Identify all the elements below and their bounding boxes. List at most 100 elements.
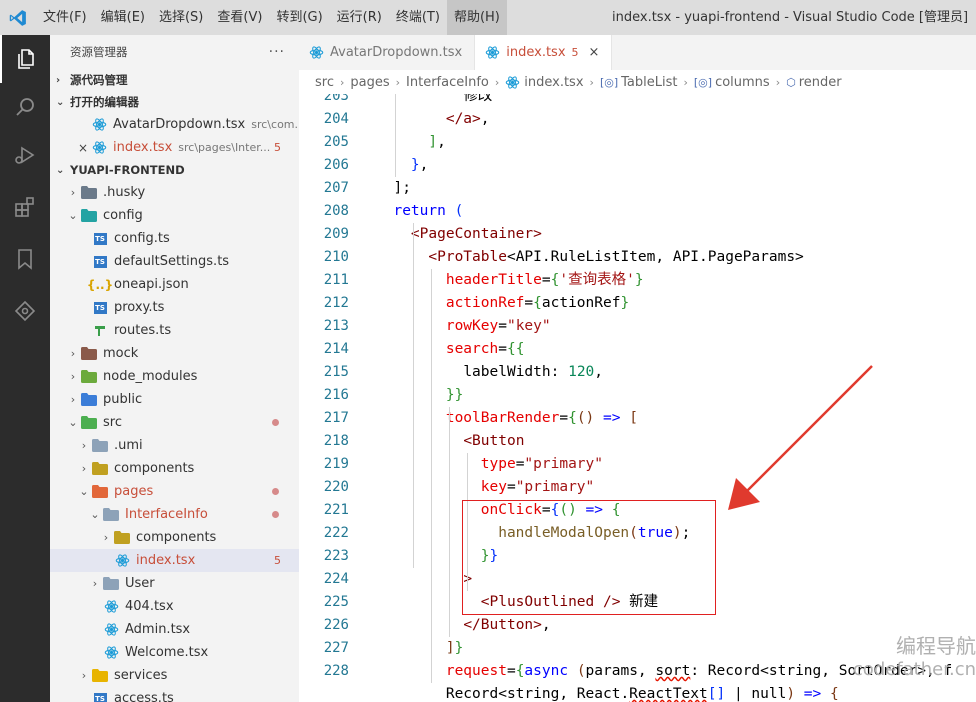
code-token: = (559, 410, 569, 426)
tree-item[interactable]: › User (50, 572, 299, 595)
menu-item[interactable]: 运行(R) (330, 0, 389, 35)
code-line[interactable]: ]; (376, 177, 976, 200)
tree-item[interactable]: 404.tsx (50, 595, 299, 618)
tree-item[interactable]: › .husky (50, 181, 299, 204)
tree-item[interactable]: ⌄ src (50, 411, 299, 434)
breadcrumb-item[interactable]: [◎] columns (694, 75, 770, 90)
tree-item[interactable]: index.tsx 5 (50, 549, 299, 572)
tree-item[interactable]: Welcome.tsx (50, 641, 299, 664)
chevron-right-icon: › (70, 393, 76, 406)
code-line[interactable]: }, (376, 154, 976, 177)
code-line[interactable]: request={async (params, sort: Record<str… (376, 660, 976, 683)
code-line[interactable]: labelWidth: 120, (376, 361, 976, 384)
tree-item[interactable]: TS proxy.ts (50, 296, 299, 319)
tree-item[interactable]: › components (50, 457, 299, 480)
menu-item[interactable]: 文件(F) (36, 0, 94, 35)
menu-item[interactable]: 查看(V) (210, 0, 269, 35)
code-lines[interactable]: 修改 </a>, ], }, ]; return ( <PageContaine… (376, 94, 976, 702)
section-source-control[interactable]: › 源代码管理 (50, 69, 299, 91)
line-number: 226 (323, 617, 349, 633)
code-line[interactable]: </Button>, (376, 614, 976, 637)
code-line[interactable]: }} (376, 545, 976, 568)
code-token: true (637, 525, 673, 541)
tree-item[interactable]: ⌄ config (50, 204, 299, 227)
tree-item[interactable]: › mock (50, 342, 299, 365)
menu-item[interactable]: 终端(T) (389, 0, 447, 35)
tree-item[interactable]: Admin.tsx (50, 618, 299, 641)
tree-item[interactable]: › services (50, 664, 299, 687)
code-line[interactable]: <Button (376, 430, 976, 453)
tree-item[interactable]: {..} oneapi.json (50, 273, 299, 296)
folder-components-icon (113, 530, 131, 546)
tree-item[interactable]: › components (50, 526, 299, 549)
tree-item[interactable]: TS config.ts (50, 227, 299, 250)
breadcrumb-item[interactable]: index.tsx (505, 75, 584, 90)
git-graph-icon[interactable] (0, 287, 50, 335)
code-line[interactable]: <ProTable<API.RuleListItem, API.PagePara… (376, 246, 976, 269)
tab-index-tsx[interactable]: index.tsx 5 × (475, 35, 613, 70)
more-actions-icon[interactable]: ··· (269, 44, 285, 60)
run-debug-icon[interactable] (0, 131, 50, 179)
breadcrumb: src › pages › InterfaceInfo › index.tsx › [◎] Tab… (299, 70, 976, 94)
open-editor-item[interactable]: AvatarDropdown.tsx src\com... (50, 113, 299, 136)
breadcrumb-item[interactable]: pages (350, 75, 389, 90)
code-line[interactable]: toolBarRender={() => [ (376, 407, 976, 430)
tree-item[interactable]: TS defaultSettings.ts (50, 250, 299, 273)
explorer-icon[interactable] (0, 35, 50, 83)
close-icon[interactable]: × (589, 45, 600, 60)
code-line[interactable]: headerTitle={'查询表格'} (376, 269, 976, 292)
menu-item[interactable]: 选择(S) (152, 0, 210, 35)
code-line[interactable]: ]} (376, 637, 976, 660)
vscode-logo-icon[interactable] (0, 0, 36, 35)
code-line[interactable]: Record<string, React.ReactText[] | null)… (376, 683, 976, 702)
code-line[interactable]: onClick={() => { (376, 499, 976, 522)
code-token: headerTitle (445, 272, 542, 288)
line-number: 214 (323, 341, 349, 357)
menu-item[interactable]: 帮助(H) (446, 0, 507, 35)
breadcrumb-item[interactable]: InterfaceInfo (406, 75, 489, 90)
tab-avatardropdown-tsx[interactable]: AvatarDropdown.tsx (299, 35, 476, 70)
ts-icon: TS (93, 301, 107, 314)
file-name: public (103, 392, 143, 407)
file-name: src (103, 415, 122, 430)
tree-item[interactable]: routes.ts (50, 319, 299, 342)
search-icon[interactable] (0, 83, 50, 131)
close-icon[interactable]: × (76, 141, 90, 155)
code-line[interactable]: <PageContainer> (376, 223, 976, 246)
tree-item[interactable]: › node_modules (50, 365, 299, 388)
code-line[interactable]: key="primary" (376, 476, 976, 499)
tree-item[interactable]: TS access.ts (50, 687, 299, 702)
code-line[interactable]: return ( (376, 200, 976, 223)
tab-label: index.tsx (506, 45, 566, 60)
tree-item[interactable]: ⌄ InterfaceInfo (50, 503, 299, 526)
code-line[interactable]: > (376, 568, 976, 591)
breadcrumb-item[interactable]: src (315, 75, 334, 90)
extensions-icon[interactable] (0, 183, 50, 231)
code-token: return (393, 203, 446, 219)
code-line[interactable]: handleModalOpen(true); (376, 522, 976, 545)
code-line[interactable]: ], (376, 131, 976, 154)
code-line[interactable]: rowKey="key" (376, 315, 976, 338)
code-line[interactable]: </a>, (376, 108, 976, 131)
menu-item[interactable]: 编辑(E) (94, 0, 152, 35)
tree-item[interactable]: › .umi (50, 434, 299, 457)
json-icon: {..} (86, 277, 114, 292)
code-line[interactable]: }} (376, 384, 976, 407)
code-line[interactable]: 修改 (376, 94, 976, 108)
section-open-editors[interactable]: ⌄ 打开的编辑器 (50, 91, 299, 113)
explorer-title: 资源管理器 (70, 45, 128, 59)
tree-item[interactable]: › public (50, 388, 299, 411)
breadcrumb-item[interactable]: ⬡ render (786, 75, 842, 90)
code-line[interactable]: actionRef={actionRef} (376, 292, 976, 315)
code-line[interactable]: type="primary" (376, 453, 976, 476)
breadcrumb-item[interactable]: [◎] TableList (600, 75, 678, 90)
code-line[interactable]: search={{ (376, 338, 976, 361)
section-project[interactable]: ⌄ YUAPI-FRONTEND (50, 159, 299, 181)
code-line[interactable]: <PlusOutlined /> 新建 (376, 591, 976, 614)
bookmark-icon[interactable] (0, 235, 50, 283)
explorer-header: 资源管理器 ··· (50, 35, 299, 69)
menu-item[interactable]: 转到(G) (269, 0, 329, 35)
open-editor-item[interactable]: × index.tsx src\pages\Inter... 5 (50, 136, 299, 159)
tree-item[interactable]: ⌄ pages (50, 480, 299, 503)
